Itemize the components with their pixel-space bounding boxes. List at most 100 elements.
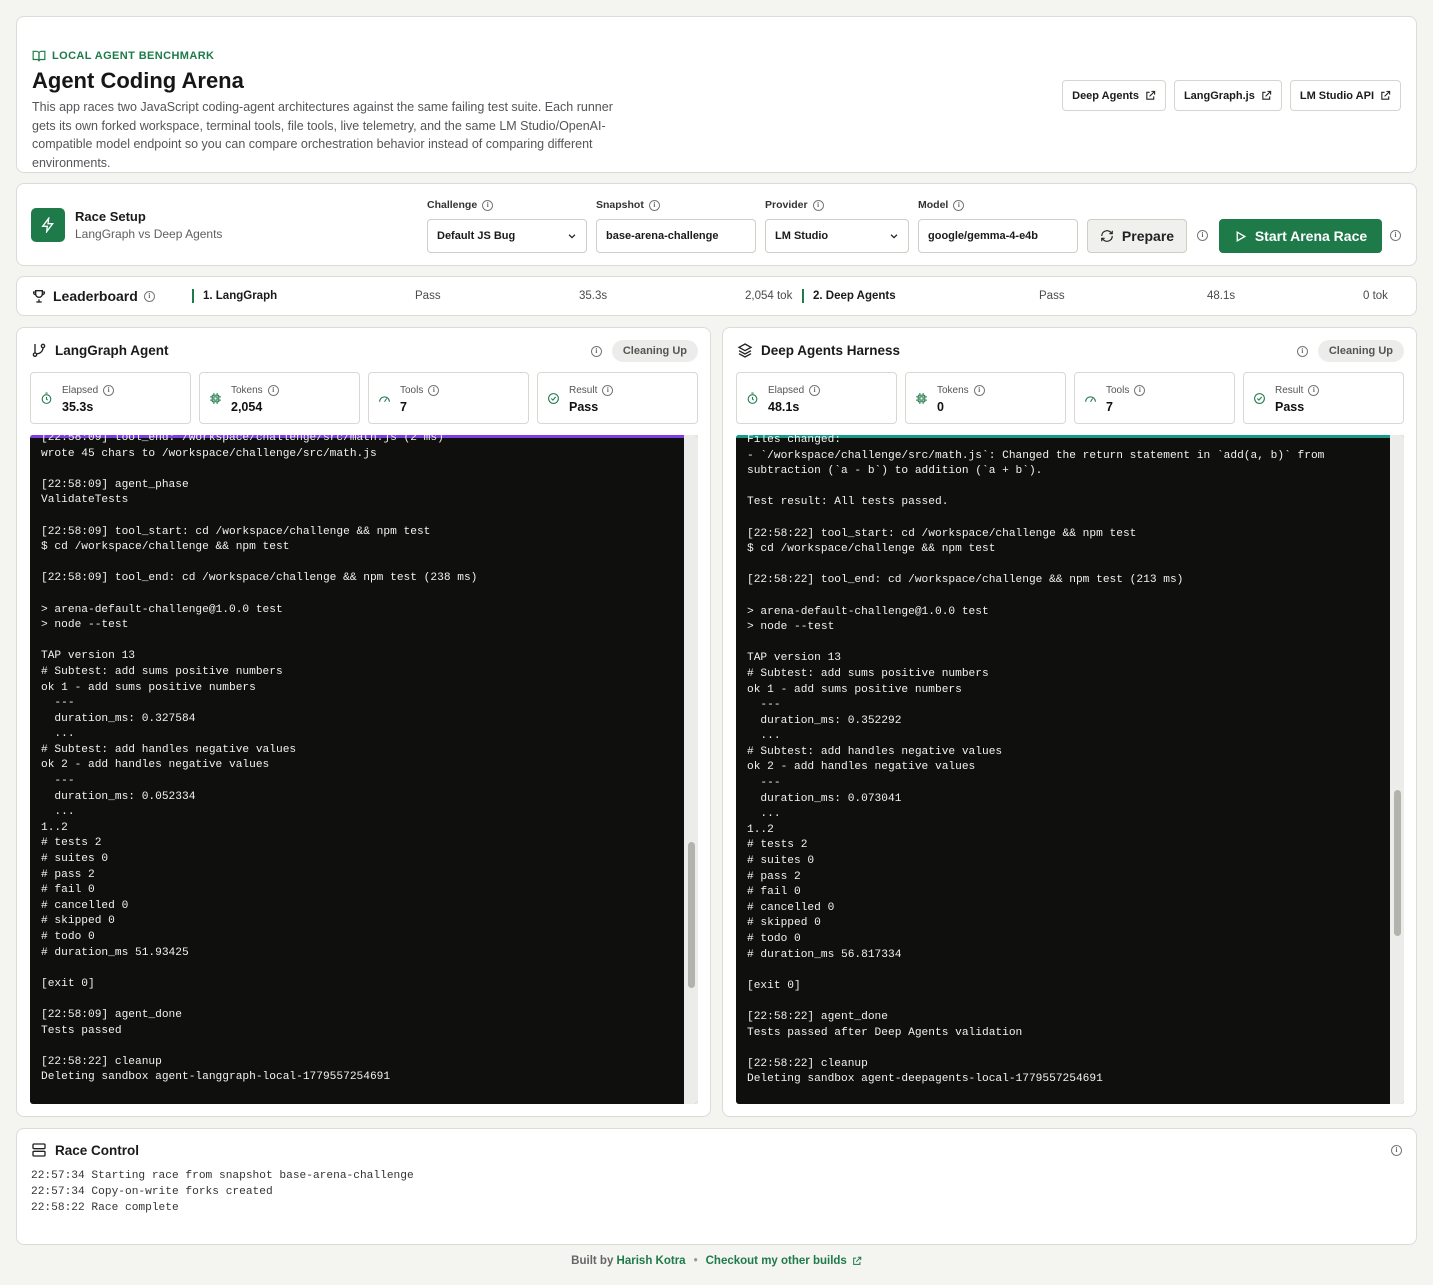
leaderboard-entry-2-time: 48.1s [1207, 290, 1236, 302]
cpu-icon [209, 392, 222, 405]
gauge-icon [1084, 392, 1097, 405]
race-control-title: Race Control [31, 1142, 139, 1158]
cpu-icon [915, 392, 928, 405]
langgraph-js-link[interactable]: LangGraph.js [1173, 80, 1282, 111]
check-circle-icon [1253, 392, 1266, 405]
git-branch-icon [31, 342, 47, 358]
snapshot-value: base-arena-challenge [606, 230, 719, 242]
check-circle-icon [547, 392, 560, 405]
lm-studio-api-link[interactable]: LM Studio API [1289, 80, 1401, 111]
elapsed-metric: Elapsed i 48.1s [736, 372, 897, 424]
link-label: LangGraph.js [1183, 89, 1255, 102]
leaderboard-card: Leaderboard i 1. LangGraph Pass 35.3s 2,… [16, 276, 1417, 316]
panel-status: i Cleaning Up [1296, 340, 1404, 362]
other-builds-link[interactable]: Checkout my other builds [706, 1255, 862, 1267]
info-icon[interactable]: i [590, 345, 602, 357]
race-setup-card: Race Setup LangGraph vs Deep Agents Chal… [16, 183, 1417, 266]
leaderboard-entry-1-name: 1. LangGraph [203, 290, 278, 302]
race-control-card: Race Control i 22:57:34 Starting race fr… [16, 1128, 1417, 1245]
stopwatch-icon [746, 392, 759, 405]
prepare-button[interactable]: Prepare [1087, 219, 1187, 253]
challenge-value: Default JS Bug [437, 230, 516, 242]
terminal-log: Files changed: - `/workspace/challenge/s… [747, 435, 1325, 1086]
author-link[interactable]: Harish Kotra [617, 1255, 686, 1267]
built-by-text: Built by [571, 1255, 614, 1267]
info-icon[interactable]: i [267, 385, 279, 396]
provider-value: LM Studio [775, 230, 829, 242]
scrollbar-thumb[interactable] [688, 841, 695, 988]
info-icon[interactable]: i [428, 385, 440, 396]
info-icon[interactable]: i [1308, 385, 1320, 396]
link-label: LM Studio API [1299, 89, 1374, 102]
bolt-icon [31, 208, 65, 242]
leaderboard-entry-1-time: 35.3s [579, 290, 608, 302]
race-control-title-text: Race Control [55, 1142, 140, 1158]
info-icon[interactable]: i [143, 290, 155, 302]
status-badge: Cleaning Up [611, 340, 698, 362]
info-icon[interactable]: i [953, 199, 965, 211]
elapsed-value: 35.3s [62, 400, 94, 414]
metric-label-text: Elapsed [62, 385, 99, 396]
info-icon[interactable]: i [1296, 345, 1308, 357]
model-label-text: Model [918, 199, 949, 211]
race-control-log: 22:57:34 Starting race from snapshot bas… [31, 1170, 414, 1214]
play-icon [1234, 230, 1247, 243]
metrics-row: Elapsed i 48.1s Tokens i 0 Tools i 7 Result… [736, 372, 1404, 424]
leaderboard-entry-2-name: 2. Deep Agents [813, 290, 896, 302]
snapshot-input[interactable]: base-arena-challenge [596, 219, 756, 253]
result-value: Pass [1275, 400, 1305, 414]
agent-terminal[interactable]: Files changed: - `/workspace/challenge/s… [736, 435, 1404, 1104]
scrollbar-thumb[interactable] [1394, 789, 1401, 936]
tools-value: 7 [1106, 400, 1113, 414]
info-icon[interactable]: i [602, 385, 614, 396]
info-icon[interactable]: i [1134, 385, 1146, 396]
leaderboard-entry-2-tokens: 0 tok [1363, 290, 1388, 302]
external-link-icon [1380, 90, 1391, 101]
metrics-row: Elapsed i 35.3s Tokens i 2,054 Tools i 7 Re… [30, 372, 698, 424]
snapshot-label: Snapshot i [596, 199, 660, 211]
leaderboard-title: Leaderboard i [31, 288, 155, 304]
result-metric: Result i Pass [537, 372, 698, 424]
panel-header: LangGraph Agent [31, 342, 169, 358]
provider-select[interactable]: LM Studio [765, 219, 909, 253]
deep-agents-link[interactable]: Deep Agents [1062, 80, 1166, 111]
link-label: Deep Agents [1072, 89, 1139, 102]
elapsed-metric: Elapsed i 35.3s [30, 372, 191, 424]
info-icon[interactable]: i [1390, 230, 1401, 241]
info-icon[interactable]: i [973, 385, 985, 396]
metric-label-text: Tools [1106, 385, 1130, 396]
tools-metric: Tools i 7 [1074, 372, 1235, 424]
info-icon[interactable]: i [1391, 1145, 1402, 1156]
info-icon[interactable]: i [809, 385, 821, 396]
metric-label: Tokens i [937, 385, 985, 396]
provider-label: Provider i [765, 199, 824, 211]
result-value: Pass [569, 400, 599, 414]
info-icon[interactable]: i [1197, 230, 1208, 241]
rank-marker [802, 289, 804, 303]
challenge-label-text: Challenge [427, 199, 478, 211]
panel-title: Deep Agents Harness [761, 342, 901, 358]
terminal-scrollbar[interactable] [1390, 435, 1404, 1104]
metric-label-text: Result [1275, 385, 1304, 396]
rank-marker [192, 289, 194, 303]
book-icon [32, 49, 46, 63]
setup-subtitle: LangGraph vs Deep Agents [75, 227, 223, 241]
start-arena-race-button[interactable]: Start Arena Race [1219, 219, 1382, 253]
terminal-scrollbar[interactable] [684, 435, 698, 1104]
server-icon [31, 1142, 47, 1158]
info-icon[interactable]: i [812, 199, 824, 211]
tools-value: 7 [400, 400, 407, 414]
eyebrow: LOCAL AGENT BENCHMARK [32, 49, 214, 63]
refresh-icon [1100, 229, 1114, 243]
info-icon[interactable]: i [103, 385, 115, 396]
tokens-value: 2,054 [231, 400, 263, 414]
model-input[interactable]: google/gemma-4-e4b [918, 219, 1078, 253]
external-link-icon [852, 1256, 862, 1266]
agent-terminal[interactable]: [22:58:09] tool_end: /workspace/challeng… [30, 435, 698, 1104]
info-icon[interactable]: i [648, 199, 660, 211]
metric-label: Elapsed i [768, 385, 821, 396]
deep-agents-harness-panel: Deep Agents Harness i Cleaning Up Elapse… [722, 327, 1417, 1117]
challenge-select[interactable]: Default JS Bug [427, 219, 587, 253]
panel-title: LangGraph Agent [55, 342, 169, 358]
info-icon[interactable]: i [482, 199, 494, 211]
